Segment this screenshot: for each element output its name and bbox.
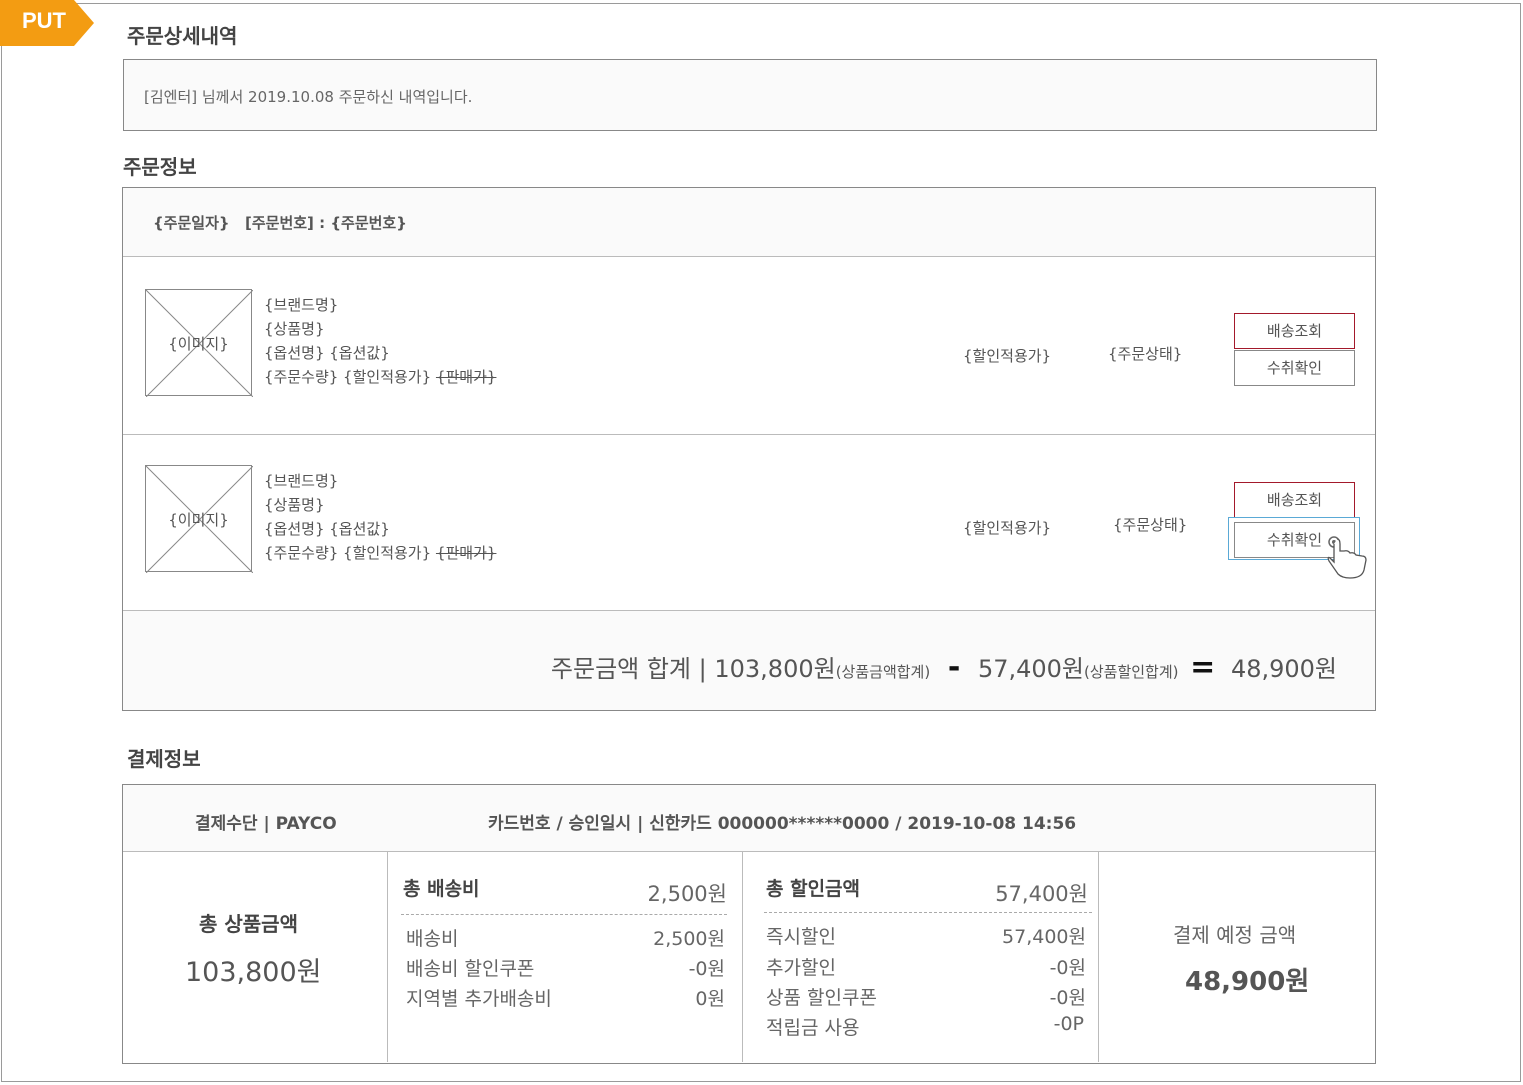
extra-discount-label: 추가할인 [766,957,836,979]
image-label: {이미지} [168,511,229,529]
goods-total-value: 103,800원 [185,957,322,988]
product-coupon-label: 상품 할인쿠폰 [766,987,877,1009]
image-label: {이미지} [168,335,229,353]
payment-info-box: 결제수단 | PAYCO 카드번호 / 승인일시 | 신한카드 000000**… [122,784,1376,1064]
order-item: {이미지} {브랜드명} {상품명} {옵션명} {옵션값} {주문수량} {할… [123,257,1375,434]
payment-info-title: 결제정보 [127,747,201,771]
summary-discount: 57,400원 [977,655,1084,683]
list-price: {판매가} [435,544,497,562]
greeting-text: [김엔터] 님께서 2019.10.08 주문하신 내역입니다. [144,88,473,106]
order-summary: 주문금액 합계 | 103,800원(상품금액합계) - 57,400원(상품할… [551,649,1337,685]
discount-price: {할인적용가} [963,519,1052,537]
points-use-value: -0P [1053,1013,1084,1035]
order-info-title: 주문정보 [123,155,197,179]
equals-sign: = [1190,650,1216,685]
points-use-label: 적립금 사용 [766,1017,860,1039]
dashed-divider [401,914,727,915]
expected-amount-label: 결제 예정 금액 [1173,923,1297,947]
product-image-placeholder: {이미지} [145,289,253,397]
shipping-coupon-value: -0원 [688,958,725,980]
column-divider [387,851,388,1062]
order-status: {주문상태} [1113,516,1188,534]
brand-name: {브랜드명} [264,296,339,314]
qty-price-row: {주문수량} {할인적용가} {판매가} [264,541,496,565]
column-divider [742,851,743,1062]
payment-method: 결제수단 | PAYCO [195,814,337,834]
qty-price: {주문수량} {할인적용가} [264,544,432,562]
column-divider [1098,851,1099,1062]
product-image-placeholder: {이미지} [145,465,253,573]
put-tag-label: PUT [22,8,66,33]
regional-fee-value: 0원 [695,988,725,1010]
extra-discount-value: -0원 [1049,957,1086,979]
hand-pointer-icon [1327,536,1367,579]
product-info: {브랜드명} {상품명} {옵션명} {옵션값} {주문수량} {할인적용가} … [264,293,496,389]
greeting-box: [김엔터] 님께서 2019.10.08 주문하신 내역입니다. [123,59,1377,131]
discount-total-label: 총 할인금액 [766,878,861,900]
shipping-coupon-label: 배송비 할인쿠폰 [406,958,535,980]
goods-total-label: 총 상품금액 [199,912,298,936]
discount-total-note: (상품할인합계) [1084,663,1179,681]
confirm-receipt-button[interactable]: 수취확인 [1234,350,1355,386]
list-price: {판매가} [435,368,497,386]
payment-header-row: 결제수단 | PAYCO 카드번호 / 승인일시 | 신한카드 000000**… [123,785,1375,851]
order-summary-row: 주문금액 합계 | 103,800원(상품금액합계) - 57,400원(상품할… [123,611,1375,710]
discount-price: {할인적용가} [963,347,1052,365]
product-coupon-value: -0원 [1049,987,1086,1009]
order-detail-title: 주문상세내역 [127,24,238,48]
minus-sign: - [947,650,961,685]
instant-discount-label: 즉시할인 [766,926,836,948]
shipping-total-value: 2,500원 [647,882,727,906]
qty-price: {주문수량} {할인적용가} [264,368,432,386]
discount-total-value: 57,400원 [995,882,1088,906]
goods-total-note: (상품금액합계) [835,663,931,681]
shipping-fee-label: 배송비 [406,928,459,950]
order-status: {주문상태} [1108,345,1183,363]
qty-price-row: {주문수량} {할인적용가} {판매가} [264,365,496,389]
card-info: 카드번호 / 승인일시 | 신한카드 000000******0000 / 20… [488,814,1077,834]
option-text: {옵션명} {옵션값} [264,344,390,362]
shipping-total-label: 총 배송비 [403,878,480,900]
track-delivery-button[interactable]: 배송조회 [1234,482,1355,518]
instant-discount-value: 57,400원 [1002,926,1086,948]
product-name: {상품명} [264,320,325,338]
order-info-box: {주문일자} [주문번호] : {주문번호} {이미지} {브랜드명} {상품명… [122,187,1376,711]
track-delivery-button[interactable]: 배송조회 [1234,313,1355,349]
product-name: {상품명} [264,496,325,514]
summary-label: 주문금액 합계 | 103,800원 [550,655,836,683]
summary-total: 48,900원 [1230,655,1337,683]
option-text: {옵션명} {옵션값} [264,520,390,538]
expected-amount-value: 48,900원 [1185,967,1310,997]
dashed-divider [764,912,1092,913]
order-date: {주문일자} [153,214,230,232]
divider [123,851,1375,852]
order-number: [주문번호] : {주문번호} [245,214,407,232]
shipping-fee-value: 2,500원 [653,928,725,950]
product-info: {브랜드명} {상품명} {옵션명} {옵션값} {주문수량} {할인적용가} … [264,469,496,565]
put-tag: PUT [0,0,94,46]
order-header-row: {주문일자} [주문번호] : {주문번호} [123,188,1375,256]
brand-name: {브랜드명} [264,472,339,490]
order-item: {이미지} {브랜드명} {상품명} {옵션명} {옵션값} {주문수량} {할… [123,435,1375,610]
